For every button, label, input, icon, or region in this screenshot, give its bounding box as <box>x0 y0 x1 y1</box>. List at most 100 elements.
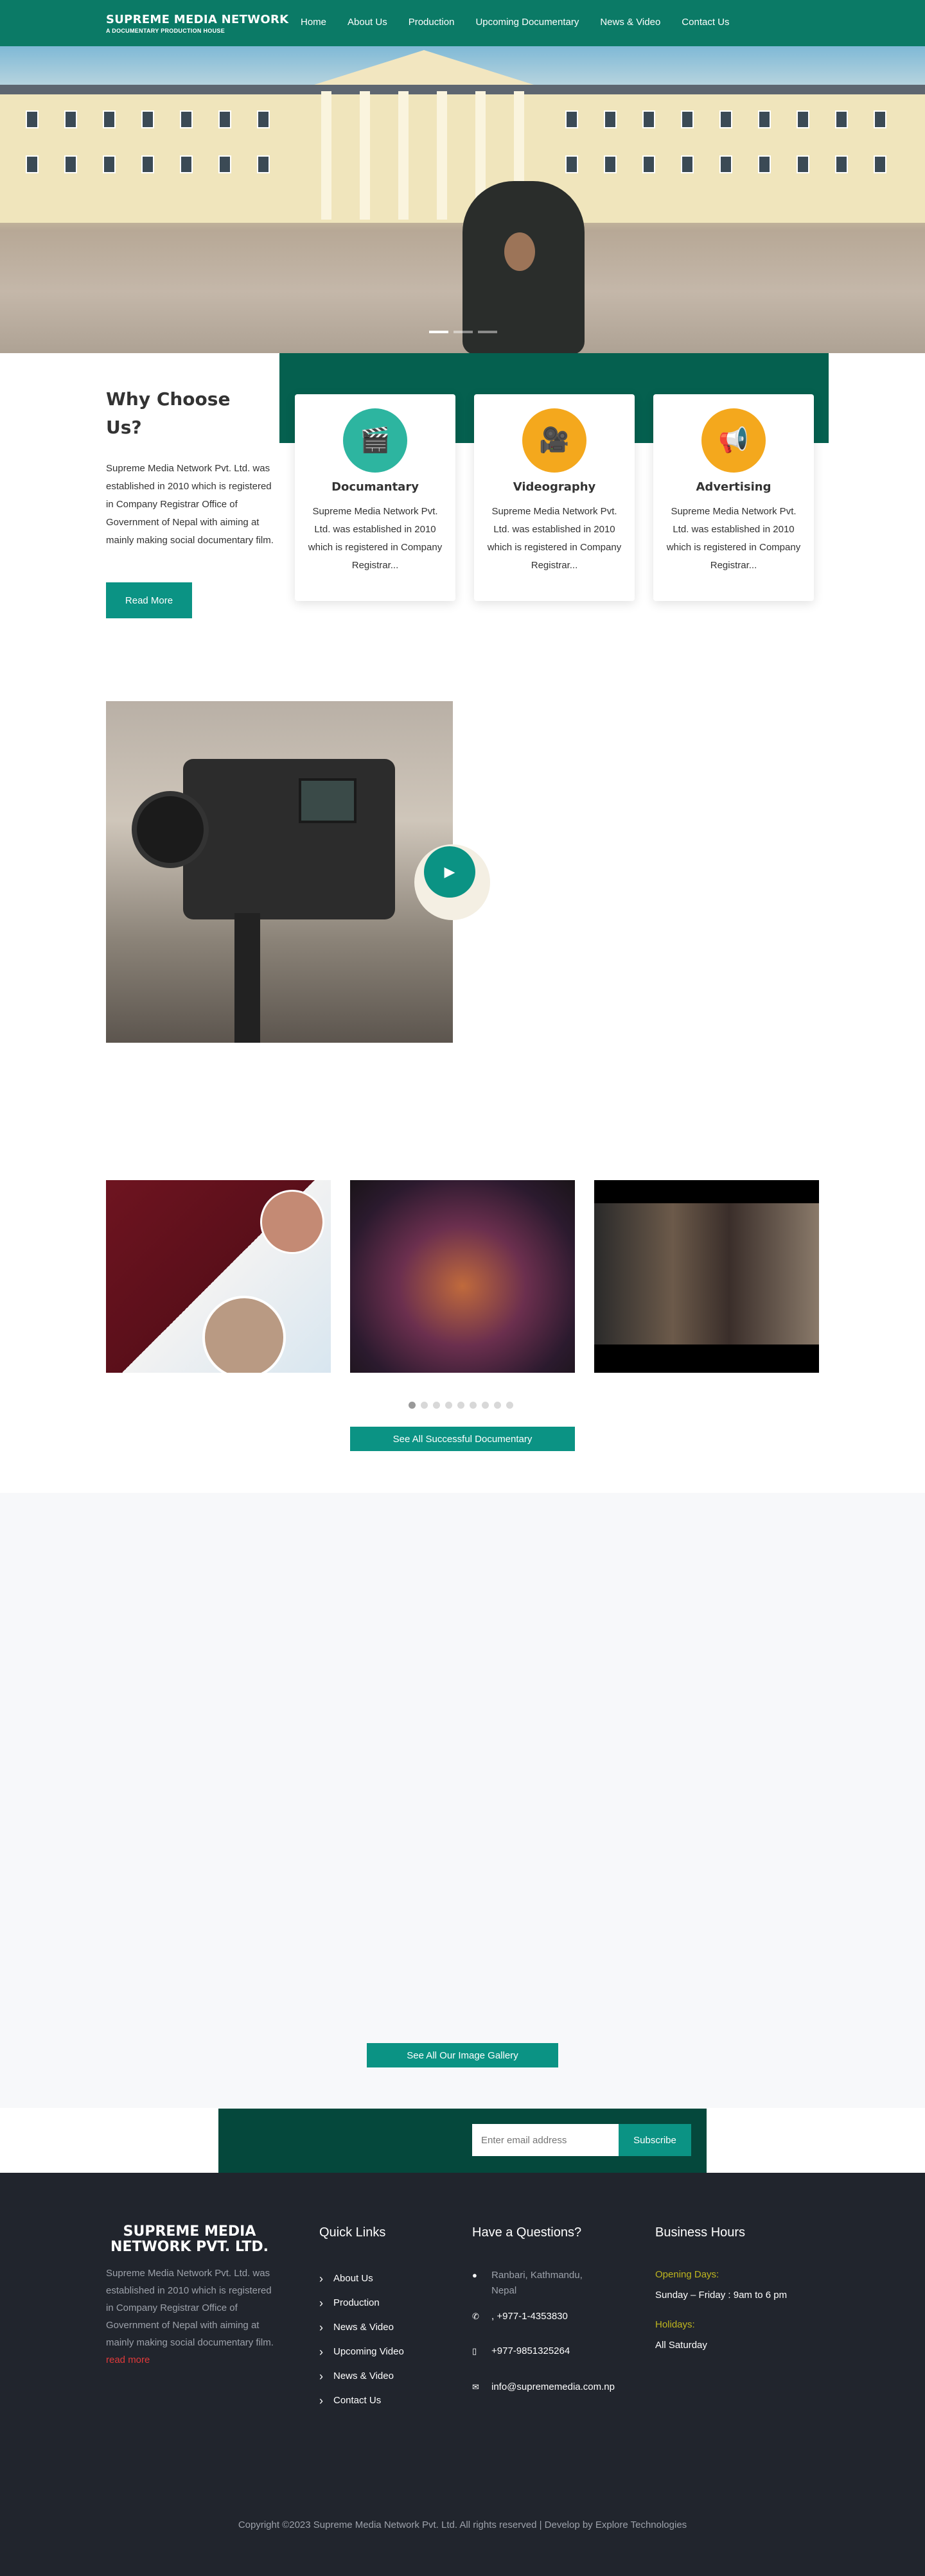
main-menu: Home About Us Production Upcoming Docume… <box>301 17 730 28</box>
phone-icon: ✆ <box>472 2311 479 2321</box>
phone-text[interactable]: , +977-1-4353830 <box>491 2309 568 2324</box>
quick-link-item[interactable]: News & Video <box>319 2315 404 2340</box>
opening-days-label: Opening Days: <box>655 2269 719 2280</box>
hero-building-pediment <box>302 50 546 89</box>
documentary-thumbnail-3[interactable] <box>594 1180 819 1373</box>
slider-pagination <box>429 331 497 333</box>
nav-about-us[interactable]: About Us <box>348 17 387 28</box>
hero-window <box>719 110 732 128</box>
hero-window <box>64 155 77 173</box>
hero-window <box>565 110 578 128</box>
footer-read-more-link[interactable]: read more <box>106 2354 150 2365</box>
hero-window <box>103 155 116 173</box>
nav-home[interactable]: Home <box>301 17 326 28</box>
hero-window <box>797 110 809 128</box>
hero-window <box>218 155 231 173</box>
carousel-dot[interactable] <box>457 1402 464 1409</box>
hero-window <box>681 155 694 173</box>
email-input[interactable] <box>472 2124 619 2156</box>
video-thumbnail[interactable] <box>106 701 453 1043</box>
business-hours-title: Business Hours <box>655 2225 746 2240</box>
slider-dot[interactable] <box>454 331 473 333</box>
service-card-documentary[interactable]: 🎬 Documantary Supreme Media Network Pvt.… <box>295 394 455 601</box>
envelope-icon: ✉ <box>472 2382 479 2392</box>
carousel-dot[interactable] <box>445 1402 452 1409</box>
camera-body <box>183 759 395 919</box>
email-text[interactable]: info@suprememedia.com.np <box>491 2380 615 2395</box>
hero-window <box>835 155 848 173</box>
hero-window <box>604 155 617 173</box>
hero-window <box>797 155 809 173</box>
subscribe-button[interactable]: Subscribe <box>619 2124 691 2156</box>
hero-window <box>874 110 886 128</box>
quick-link-item[interactable]: About Us <box>319 2267 404 2291</box>
nav-contact-us[interactable]: Contact Us <box>682 17 729 28</box>
copyright: Copyright ©2023 Supreme Media Network Pv… <box>238 2519 687 2530</box>
address-text: Ranbari, Kathmandu, Nepal <box>491 2270 583 2296</box>
carousel-dot[interactable] <box>433 1402 440 1409</box>
quick-link-item[interactable]: Production <box>319 2291 404 2315</box>
camera-screen <box>299 778 357 823</box>
carousel-dot[interactable] <box>409 1402 416 1409</box>
service-card-videography[interactable]: 🎥 Videography Supreme Media Network Pvt.… <box>474 394 635 601</box>
hero-window <box>719 155 732 173</box>
carousel-dot[interactable] <box>470 1402 477 1409</box>
service-card-text: Supreme Media Network Pvt. Ltd. was esta… <box>487 506 622 571</box>
hero-window <box>604 110 617 128</box>
documentary-thumbnail-2[interactable] <box>350 1180 575 1373</box>
carousel-dot[interactable] <box>421 1402 428 1409</box>
slider-dot[interactable] <box>478 331 497 333</box>
mobile-text[interactable]: +977-9851325264 <box>491 2344 570 2359</box>
hero-window <box>681 110 694 128</box>
camera-tripod <box>234 913 260 1043</box>
hero-window <box>141 110 154 128</box>
questions-title: Have a Questions? <box>472 2225 582 2240</box>
quick-link-item[interactable]: Upcoming Video <box>319 2340 404 2364</box>
hero-window <box>642 110 655 128</box>
hero-column <box>437 91 447 220</box>
why-choose-us-section: Why Choose Us? Supreme Media Network Pvt… <box>0 353 925 738</box>
holidays-label: Holidays: <box>655 2319 695 2330</box>
hero-window <box>758 110 771 128</box>
documentary-thumbnail-1[interactable] <box>106 1180 331 1373</box>
megaphone-icon: 📢 <box>701 408 766 473</box>
read-more-button[interactable]: Read More <box>106 582 192 618</box>
contact-phone: ✆ , +977-1-4353830 <box>472 2309 568 2324</box>
see-all-gallery-button[interactable]: See All Our Image Gallery <box>367 2043 558 2067</box>
hero-window <box>835 110 848 128</box>
carousel-dot[interactable] <box>494 1402 501 1409</box>
quick-link-item[interactable]: News & Video <box>319 2364 404 2389</box>
nav-production[interactable]: Production <box>409 17 455 28</box>
hero-column <box>321 91 331 220</box>
carousel-dot[interactable] <box>506 1402 513 1409</box>
play-button[interactable]: ▶ <box>424 846 475 898</box>
image-gallery-section <box>0 1493 925 2108</box>
hero-window <box>180 110 193 128</box>
carousel-pagination <box>409 1402 513 1409</box>
hero-slider[interactable] <box>0 46 925 353</box>
thumbnail-scene <box>594 1203 819 1345</box>
opening-days-value: Sunday – Friday : 9am to 6 pm <box>655 2290 788 2301</box>
camera-lens <box>132 791 209 868</box>
quick-link-item[interactable]: Contact Us <box>319 2389 404 2413</box>
slider-dot[interactable] <box>429 331 448 333</box>
thumbnail-portrait <box>260 1190 324 1254</box>
carousel-dot[interactable] <box>482 1402 489 1409</box>
footer-brand: SUPREME MEDIA NETWORK PVT. LTD. <box>110 2224 269 2255</box>
service-card-advertising[interactable]: 📢 Advertising Supreme Media Network Pvt.… <box>653 394 814 601</box>
footer-about: Supreme Media Network Pvt. Ltd. was esta… <box>106 2265 274 2369</box>
service-card-title: Documantary <box>331 480 419 494</box>
nav-upcoming-documentary[interactable]: Upcoming Documentary <box>475 17 579 28</box>
nav-news-video[interactable]: News & Video <box>600 17 660 28</box>
see-all-documentary-button[interactable]: See All Successful Documentary <box>350 1427 575 1451</box>
holidays-value: All Saturday <box>655 2340 707 2351</box>
play-icon: ▶ <box>444 864 455 880</box>
brand-title: SUPREME MEDIA NETWORK <box>106 13 289 26</box>
hero-window <box>642 155 655 173</box>
hero-cameraman-head <box>504 232 535 271</box>
brand-logo[interactable]: SUPREME MEDIA NETWORK A DOCUMENTARY PROD… <box>106 13 288 34</box>
quick-links-list: About Us Production News & Video Upcomin… <box>319 2267 404 2413</box>
thumbnail-portrait <box>202 1296 286 1373</box>
contact-email: ✉ info@suprememedia.com.np <box>472 2380 615 2395</box>
service-card-title: Videography <box>513 480 596 494</box>
